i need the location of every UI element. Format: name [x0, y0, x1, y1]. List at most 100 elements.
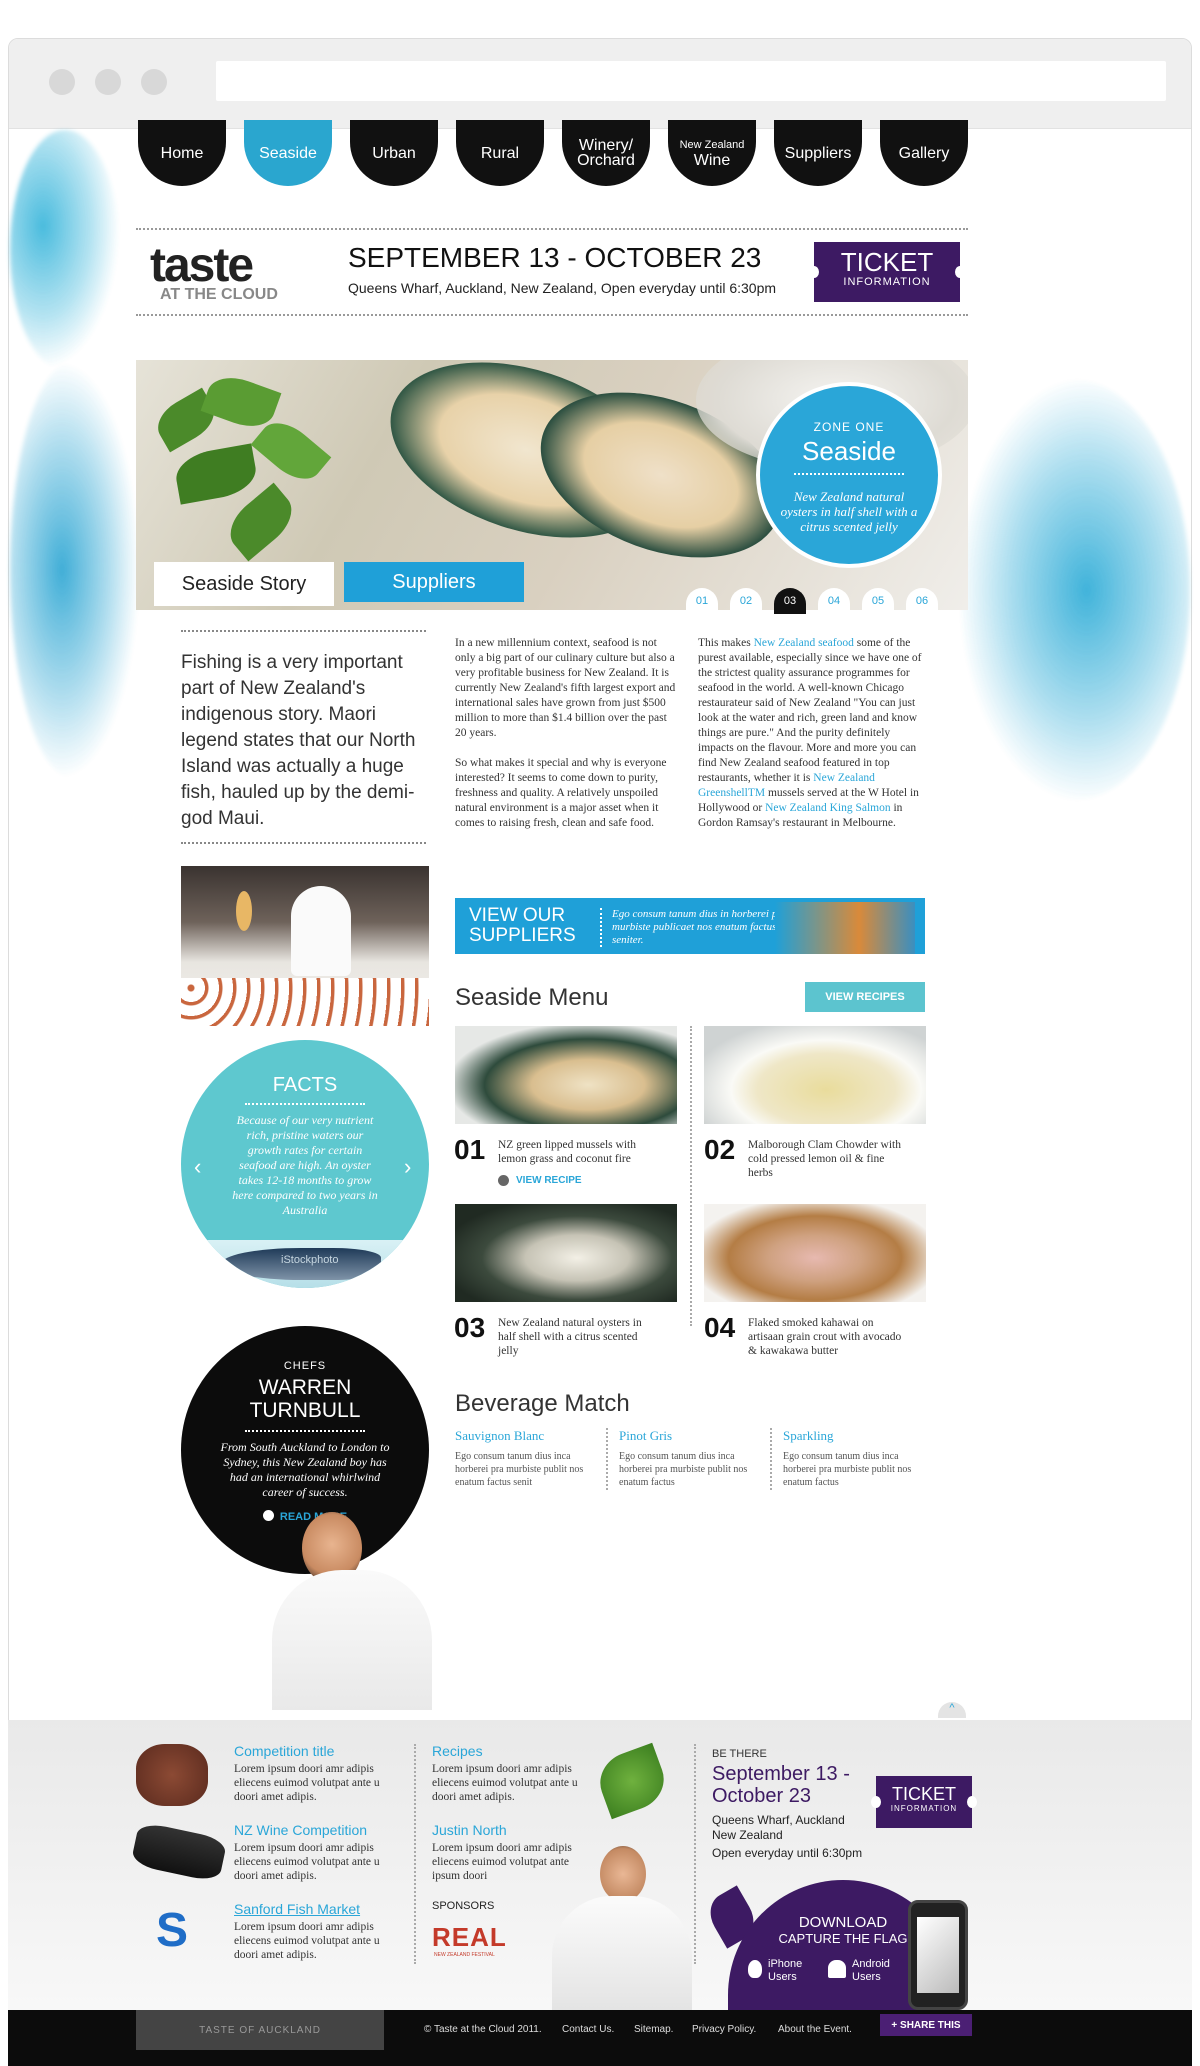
footer-sitemap-link[interactable]: Sitemap.: [634, 2024, 673, 2035]
phone-screen: [917, 1917, 959, 1993]
menu-item-description: New Zealand natural oysters in half shel…: [498, 1317, 642, 1357]
sanford-logo-icon: S: [155, 1904, 188, 1957]
slide-pager-02[interactable]: 02: [730, 588, 762, 614]
browser-toolbar: [9, 39, 1191, 129]
view-recipe-link[interactable]: VIEW RECIPE: [498, 1175, 582, 1186]
menu-item-number: 04: [704, 1312, 736, 1343]
sponsor-logo-sub: NEW ZEALAND FESTIVAL: [434, 1952, 495, 1958]
story-column-1: In a new millennium context, seafood is …: [455, 636, 677, 846]
facts-text: Because of our very nutrient rich, prist…: [232, 1113, 378, 1217]
meat-image: [136, 1744, 208, 1806]
apple-icon[interactable]: [748, 1960, 762, 1978]
link-king-salmon[interactable]: New Zealand King Salmon: [765, 802, 891, 814]
footer-contact-link[interactable]: Contact Us.: [562, 2024, 614, 2035]
android-download-link[interactable]: Android Users: [852, 1958, 902, 1984]
android-icon[interactable]: [828, 1960, 846, 1978]
menu-item-description[interactable]: NZ green lipped mussels with lemon grass…: [498, 1138, 658, 1166]
be-there-date-line2: October 23: [712, 1785, 811, 1807]
beverage-description: Ego consum tanum dius inca horberei pra …: [619, 1451, 748, 1488]
view-recipe-label: VIEW RECIPE: [516, 1175, 582, 1186]
menu-photo-mussels[interactable]: [455, 1026, 677, 1124]
chef-label: CHEFS: [283, 1360, 327, 1372]
copyright-text: © Taste at the Cloud 2011.: [424, 2024, 542, 2035]
chef-portrait-body: [272, 1570, 432, 1710]
address-bar[interactable]: [216, 61, 1166, 101]
share-button[interactable]: + SHARE THIS: [880, 2014, 972, 2036]
link-nz-seafood[interactable]: New Zealand seafood: [754, 637, 854, 649]
ticket-sublabel: INFORMATION: [843, 276, 931, 288]
beverage-pinot-link[interactable]: Pinot Gris: [619, 1428, 672, 1444]
slide-pager-04[interactable]: 04: [818, 588, 850, 614]
footer-text: Lorem ipsum doori amr adipis eliecens eu…: [432, 1842, 572, 1882]
chef-name-line2: TURNBULL: [249, 1399, 361, 1422]
menu-item-description: Malborough Clam Chowder with cold presse…: [748, 1139, 901, 1179]
view-suppliers-banner[interactable]: VIEW OUR SUPPLIERS Ego consum tanum dius …: [455, 898, 925, 954]
facts-divider: [245, 1103, 365, 1105]
logo[interactable]: taste: [150, 238, 254, 293]
footer-link-recipes[interactable]: Recipes: [432, 1743, 483, 1759]
footer-link-competition[interactable]: Competition title: [234, 1743, 334, 1759]
intro-divider-bottom: [181, 842, 426, 844]
facts-next-arrow-icon[interactable]: ›: [404, 1154, 411, 1180]
slide-pager-03[interactable]: 03: [774, 588, 806, 614]
menu-item-description: Flaked smoked kahawai on artisaan grain …: [748, 1317, 902, 1357]
header-divider-top: [136, 228, 968, 230]
view-recipes-button[interactable]: VIEW RECIPES: [805, 982, 925, 1012]
facts-circle: FACTS Because of our very nutrient rich,…: [181, 1040, 429, 1288]
footer-privacy-link[interactable]: Privacy Policy.: [692, 2024, 756, 2035]
slide-pager-05[interactable]: 05: [862, 588, 894, 614]
footer-about-link[interactable]: About the Event.: [778, 2024, 852, 2035]
intro-divider-top: [181, 630, 426, 632]
slide-pager-06[interactable]: 06: [906, 588, 938, 614]
taste-of-auckland-link[interactable]: TASTE OF AUCKLAND: [136, 2010, 384, 2050]
ticket-info-button[interactable]: TICKET INFORMATION: [809, 242, 965, 302]
chef-figure: [291, 886, 351, 976]
chef-name-line1: WARREN: [258, 1376, 352, 1399]
nav-nz-wine-label: Wine: [693, 152, 731, 169]
window-close-dot[interactable]: [49, 69, 75, 95]
footer-ticket-button[interactable]: TICKET INFORMATION: [871, 1776, 977, 1828]
suppliers-banner-title-line1: VIEW OUR: [469, 905, 566, 926]
footer-divider: [414, 1744, 416, 1964]
zone-divider: [794, 473, 904, 475]
beverage-description: Ego consum tanum dius inca horberei pra …: [455, 1451, 584, 1488]
suppliers-banner-title: VIEW OUR SUPPLIERS: [469, 906, 576, 946]
ticket-notch-right: [967, 1796, 977, 1808]
iphone-download-link[interactable]: iPhone Users: [768, 1958, 818, 1984]
suppliers-banner-text: Ego consum tanum dius in horberei pra mu…: [600, 908, 790, 947]
footer-ticket-label: TICKET: [891, 1784, 956, 1804]
tab-seaside-story-label: Seaside Story: [181, 572, 307, 595]
brush-decoration-left: [10, 360, 140, 780]
suppliers-banner-title-line2: SUPPLIERS: [469, 925, 576, 946]
beverage-title: Beverage Match: [455, 1390, 630, 1417]
footer-link-justin-north[interactable]: Justin North: [432, 1822, 507, 1838]
menu-photo-kahawai[interactable]: [704, 1204, 926, 1302]
window-zoom-dot[interactable]: [141, 69, 167, 95]
footer-link-wine-competition[interactable]: NZ Wine Competition: [234, 1822, 367, 1838]
justin-portrait-head: [600, 1846, 646, 1902]
tab-seaside-story[interactable]: Seaside Story: [154, 562, 334, 606]
sponsor-logo-real[interactable]: REAL: [432, 1922, 507, 1953]
beverage-sauvignon-link[interactable]: Sauvignon Blanc: [455, 1428, 544, 1444]
story-text: some of the purest available, especially…: [698, 637, 922, 784]
nav-seaside-label: Seaside: [259, 144, 317, 162]
menu-photo-chowder[interactable]: [704, 1026, 926, 1124]
logo-subtitle: AT THE CLOUD: [160, 286, 278, 303]
footer-link-sanford[interactable]: Sanford Fish Market: [234, 1901, 360, 1917]
menu-photo-oysters[interactable]: [455, 1204, 677, 1302]
event-location: Queens Wharf, Auckland, New Zealand, Ope…: [348, 280, 777, 296]
wall-light: [236, 891, 252, 931]
chef-read-more-link[interactable]: READ MORE: [181, 1510, 429, 1523]
footer-text: Lorem ipsum doori amr adipis eliecens eu…: [234, 1763, 380, 1803]
brush-decoration-right: [960, 380, 1190, 800]
tab-suppliers[interactable]: Suppliers: [344, 562, 524, 602]
footer-ticket-sublabel: INFORMATION: [890, 1804, 958, 1813]
phone-image: [908, 1900, 968, 2010]
event-dates: SEPTEMBER 13 - OCTOBER 23: [348, 242, 762, 273]
beverage-sparkling-link[interactable]: Sparkling: [783, 1428, 834, 1444]
intro-text: Fishing is a very important part of New …: [181, 652, 416, 829]
slide-pager-01[interactable]: 01: [686, 588, 718, 614]
window-minimize-dot[interactable]: [95, 69, 121, 95]
facts-prev-arrow-icon[interactable]: ‹: [194, 1154, 201, 1180]
suppliers-photo: [775, 902, 915, 954]
